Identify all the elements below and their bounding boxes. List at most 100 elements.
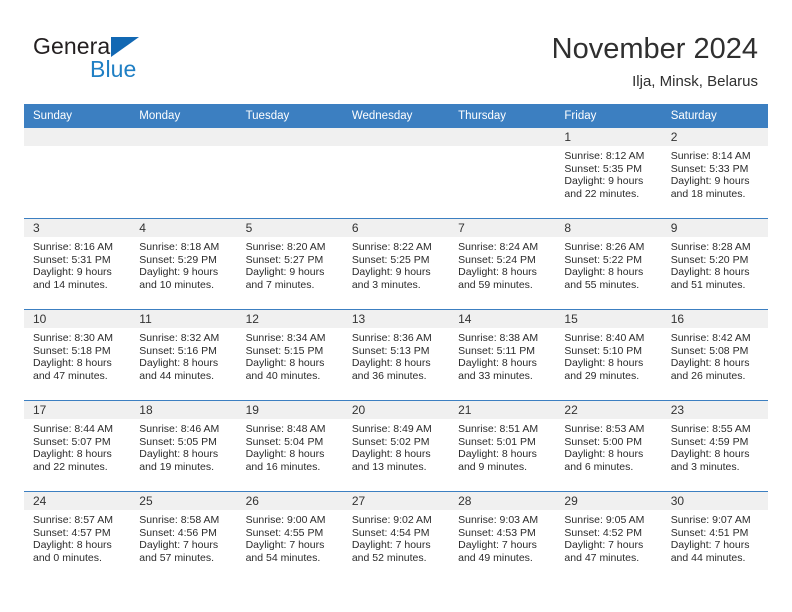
calendar-day-cell[interactable]: 9 Sunrise: 8:28 AM Sunset: 5:20 PM Daylight… bbox=[661, 218, 768, 310]
calendar-day-cell[interactable]: 8 Sunrise: 8:26 AM Sunset: 5:22 PM Daylight… bbox=[555, 218, 662, 310]
calendar-day-cell[interactable]: 21 Sunrise: 8:51 AM Sunset: 5:01 PM Dayligh… bbox=[449, 400, 556, 492]
calendar-day-cell[interactable]: 20 Sunrise: 8:49 AM Sunset: 5:02 PM Dayligh… bbox=[342, 400, 450, 492]
sun-info-sunset: Sunset: 4:56 PM bbox=[139, 526, 217, 539]
day-number: 9 bbox=[661, 219, 768, 237]
sun-info: Sunrise: 8:42 AM Sunset: 5:08 PM Daylight:… bbox=[662, 328, 768, 382]
day-cell-content bbox=[449, 128, 556, 218]
day-number: 24 bbox=[24, 492, 131, 510]
day-number: 23 bbox=[661, 401, 768, 419]
day-cell-content bbox=[24, 128, 131, 218]
calendar-cell-empty bbox=[130, 128, 237, 219]
sun-info-sunset: Sunset: 5:35 PM bbox=[564, 162, 643, 175]
day-cell-content: 13 Sunrise: 8:36 AM Sunset: 5:13 PM Dayligh… bbox=[342, 310, 450, 400]
sun-info-sunrise: Sunrise: 8:44 AM bbox=[33, 423, 113, 435]
sun-info-sunset: Sunset: 4:54 PM bbox=[351, 526, 430, 539]
sun-info-sunrise: Sunrise: 8:20 AM bbox=[245, 241, 326, 253]
sun-info-sunset: Sunset: 5:24 PM bbox=[458, 253, 536, 266]
calendar-day-cell[interactable]: 1 Sunrise: 8:12 AM Sunset: 5:35 PM Daylight… bbox=[555, 128, 662, 219]
calendar-day-cell[interactable]: 18 Sunrise: 8:46 AM Sunset: 5:05 PM Dayligh… bbox=[130, 400, 237, 492]
calendar-day-cell[interactable]: 5 Sunrise: 8:20 AM Sunset: 5:27 PM Daylight… bbox=[236, 218, 343, 310]
sun-info-sunrise: Sunrise: 8:16 AM bbox=[33, 241, 113, 253]
calendar-week-row: 10 Sunrise: 8:30 AM Sunset: 5:18 PM Dayligh… bbox=[24, 309, 768, 401]
day-cell-content: 20 Sunrise: 8:49 AM Sunset: 5:02 PM Dayligh… bbox=[342, 401, 450, 491]
calendar-day-cell[interactable]: 26 Sunrise: 9:00 AM Sunset: 4:55 PM Dayligh… bbox=[236, 492, 343, 583]
sun-info: Sunrise: 8:24 AM Sunset: 5:24 PM Daylight:… bbox=[449, 237, 555, 291]
calendar-day-cell[interactable]: 25 Sunrise: 8:58 AM Sunset: 4:56 PM Dayligh… bbox=[130, 492, 237, 583]
sun-info-sunset: Sunset: 5:02 PM bbox=[351, 435, 430, 448]
calendar-day-cell[interactable]: 22 Sunrise: 8:53 AM Sunset: 5:00 PM Dayligh… bbox=[555, 400, 662, 492]
calendar-day-cell[interactable]: 2 Sunrise: 8:14 AM Sunset: 5:33 PM Daylight… bbox=[661, 128, 768, 219]
calendar-body: 1 Sunrise: 8:12 AM Sunset: 5:35 PM Daylight… bbox=[24, 128, 768, 582]
calendar-day-cell[interactable]: 7 Sunrise: 8:24 AM Sunset: 5:24 PM Daylight… bbox=[449, 218, 556, 310]
sun-info-daylight1: Daylight: 9 hours bbox=[564, 175, 644, 188]
day-number: 15 bbox=[555, 310, 662, 328]
calendar-day-cell[interactable]: 14 Sunrise: 8:38 AM Sunset: 5:11 PM Dayligh… bbox=[449, 309, 556, 401]
calendar-day-cell[interactable]: 11 Sunrise: 8:32 AM Sunset: 5:16 PM Dayligh… bbox=[130, 309, 237, 401]
sun-info: Sunrise: 8:22 AM Sunset: 5:25 PM Daylight:… bbox=[343, 237, 449, 291]
calendar-day-cell[interactable]: 16 Sunrise: 8:42 AM Sunset: 5:08 PM Dayligh… bbox=[661, 309, 768, 401]
sun-info: Sunrise: 8:44 AM Sunset: 5:07 PM Daylight:… bbox=[24, 419, 130, 473]
sun-info-sunrise: Sunrise: 8:51 AM bbox=[458, 423, 539, 435]
calendar-week-row: 3 Sunrise: 8:16 AM Sunset: 5:31 PM Daylight… bbox=[24, 218, 768, 310]
calendar-day-cell[interactable]: 30 Sunrise: 9:07 AM Sunset: 4:51 PM Dayligh… bbox=[661, 492, 768, 583]
sun-info-sunset: Sunset: 5:11 PM bbox=[458, 344, 535, 357]
calendar-day-cell[interactable]: 13 Sunrise: 8:36 AM Sunset: 5:13 PM Dayligh… bbox=[342, 309, 450, 401]
sun-info-sunrise: Sunrise: 9:07 AM bbox=[670, 514, 751, 526]
day-cell-content: 3 Sunrise: 8:16 AM Sunset: 5:31 PM Daylight… bbox=[24, 219, 131, 309]
sun-info-daylight2: and 47 minutes. bbox=[33, 369, 108, 382]
day-cell-content: 30 Sunrise: 9:07 AM Sunset: 4:51 PM Dayligh… bbox=[661, 492, 768, 582]
calendar-day-cell[interactable]: 24 Sunrise: 8:57 AM Sunset: 4:57 PM Dayligh… bbox=[24, 492, 131, 583]
day-number: 29 bbox=[555, 492, 662, 510]
calendar-day-cell[interactable]: 19 Sunrise: 8:48 AM Sunset: 5:04 PM Dayligh… bbox=[236, 400, 343, 492]
weekday-header-thursday: Thursday bbox=[449, 104, 556, 128]
calendar-day-cell[interactable]: 29 Sunrise: 9:05 AM Sunset: 4:52 PM Dayligh… bbox=[555, 492, 662, 583]
calendar-day-cell[interactable]: 28 Sunrise: 9:03 AM Sunset: 4:53 PM Dayligh… bbox=[449, 492, 556, 583]
weekday-header-tuesday: Tuesday bbox=[236, 104, 343, 128]
calendar-day-cell[interactable]: 23 Sunrise: 8:55 AM Sunset: 4:59 PM Dayligh… bbox=[661, 400, 768, 492]
day-cell-content: 28 Sunrise: 9:03 AM Sunset: 4:53 PM Dayligh… bbox=[449, 492, 556, 582]
calendar-day-cell[interactable]: 10 Sunrise: 8:30 AM Sunset: 5:18 PM Dayligh… bbox=[24, 309, 131, 401]
sun-info: Sunrise: 8:58 AM Sunset: 4:56 PM Daylight:… bbox=[130, 510, 236, 564]
calendar-cell-empty bbox=[236, 128, 343, 219]
day-cell-content: 22 Sunrise: 8:53 AM Sunset: 5:00 PM Dayligh… bbox=[555, 401, 662, 491]
sun-info-sunrise: Sunrise: 8:48 AM bbox=[245, 423, 326, 435]
sun-info-daylight2: and 3 minutes. bbox=[351, 278, 421, 291]
calendar-day-cell[interactable]: 6 Sunrise: 8:22 AM Sunset: 5:25 PM Daylight… bbox=[342, 218, 450, 310]
weekday-header-wednesday: Wednesday bbox=[342, 104, 450, 128]
day-number: 16 bbox=[661, 310, 768, 328]
sun-info-daylight1: Daylight: 8 hours bbox=[139, 357, 219, 370]
day-number: 18 bbox=[130, 401, 237, 419]
sun-info-sunrise: Sunrise: 8:12 AM bbox=[564, 150, 645, 162]
sun-info: Sunrise: 8:14 AM Sunset: 5:33 PM Daylight:… bbox=[662, 146, 768, 200]
calendar-day-cell[interactable]: 27 Sunrise: 9:02 AM Sunset: 4:54 PM Dayligh… bbox=[342, 492, 450, 583]
sun-info-sunset: Sunset: 5:07 PM bbox=[33, 435, 111, 448]
sun-info-daylight1: Daylight: 8 hours bbox=[458, 357, 537, 370]
day-cell-content: 8 Sunrise: 8:26 AM Sunset: 5:22 PM Daylight… bbox=[555, 219, 662, 309]
day-number: 20 bbox=[342, 401, 450, 419]
sun-info-daylight2: and 14 minutes. bbox=[33, 278, 108, 291]
calendar-day-cell[interactable]: 3 Sunrise: 8:16 AM Sunset: 5:31 PM Daylight… bbox=[24, 218, 131, 310]
day-cell-content bbox=[130, 128, 237, 218]
sun-info-sunset: Sunset: 5:13 PM bbox=[351, 344, 430, 357]
sun-info-daylight2: and 3 minutes. bbox=[670, 460, 740, 473]
calendar-page: General Blue November 2024 Ilja, Minsk, … bbox=[0, 0, 792, 612]
sun-info-sunset: Sunset: 4:52 PM bbox=[564, 526, 643, 539]
sun-info-sunrise: Sunrise: 8:55 AM bbox=[670, 423, 751, 435]
day-cell-content: 5 Sunrise: 8:20 AM Sunset: 5:27 PM Daylight… bbox=[236, 219, 343, 309]
calendar-day-cell[interactable]: 17 Sunrise: 8:44 AM Sunset: 5:07 PM Dayligh… bbox=[24, 400, 131, 492]
sun-info-sunset: Sunset: 5:27 PM bbox=[245, 253, 324, 266]
day-cell-content bbox=[342, 128, 450, 218]
weekday-header-friday: Friday bbox=[555, 104, 662, 128]
sun-info-sunrise: Sunrise: 8:30 AM bbox=[33, 332, 113, 344]
day-number: 19 bbox=[236, 401, 343, 419]
sun-info: Sunrise: 8:18 AM Sunset: 5:29 PM Daylight:… bbox=[130, 237, 236, 291]
calendar-day-cell[interactable]: 15 Sunrise: 8:40 AM Sunset: 5:10 PM Dayligh… bbox=[555, 309, 662, 401]
day-number: 1 bbox=[555, 128, 662, 146]
sun-info: Sunrise: 8:49 AM Sunset: 5:02 PM Daylight:… bbox=[343, 419, 449, 473]
sun-info-sunrise: Sunrise: 8:14 AM bbox=[670, 150, 751, 162]
calendar-day-cell[interactable]: 4 Sunrise: 8:18 AM Sunset: 5:29 PM Daylight… bbox=[130, 218, 237, 310]
day-number: 22 bbox=[555, 401, 662, 419]
calendar-day-cell[interactable]: 12 Sunrise: 8:34 AM Sunset: 5:15 PM Dayligh… bbox=[236, 309, 343, 401]
day-cell-content: 19 Sunrise: 8:48 AM Sunset: 5:04 PM Dayligh… bbox=[236, 401, 343, 491]
sun-info-daylight1: Daylight: 7 hours bbox=[670, 539, 750, 552]
